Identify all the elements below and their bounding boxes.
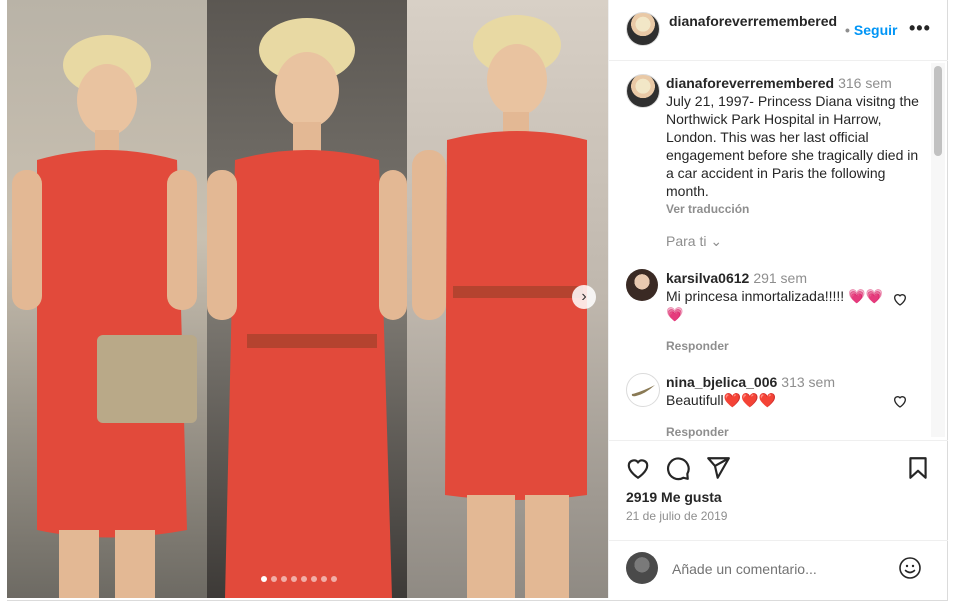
caption-body: dianaforeverremembered 316 sem July 21, 1… [666,74,926,218]
caption-username[interactable]: dianaforeverremembered [666,75,834,91]
post-media[interactable]: › [7,0,608,598]
carousel-dot [261,576,267,582]
comment-body: karsilva0612 291 sem Mi princesa inmortal… [666,269,888,355]
like-count[interactable]: 2919 Me gusta [626,489,722,505]
carousel-dot [271,576,277,582]
caption-text: July 21, 1997- Princess Diana visitng th… [666,93,919,199]
more-options-icon[interactable]: ••• [909,18,931,39]
current-user-avatar [626,552,658,584]
comment-icon[interactable] [665,455,691,481]
carousel-dot [321,576,327,582]
heart-icon[interactable] [892,393,908,409]
scrollbar-thumb[interactable] [934,66,942,156]
commenter-avatar[interactable] [626,269,658,301]
share-icon[interactable] [705,455,731,481]
post-sidebar: dianaforeverremembered • Seguir ••• diana… [608,0,948,598]
chevron-down-icon: ⌄ [710,233,723,249]
follow-button[interactable]: • Seguir [845,22,897,38]
comment-filter-label: Para ti [666,233,707,249]
comment-body: nina_bjelica_006 313 sem Beautifull❤️❤️❤️… [666,373,888,439]
carousel-dot [331,576,337,582]
heart-icon[interactable] [892,291,908,307]
commenter-avatar[interactable] [626,373,660,407]
bookmark-icon[interactable] [905,455,931,481]
reply-button[interactable]: Responder [666,423,888,439]
follow-label: Seguir [853,22,898,38]
carousel-dot [311,576,317,582]
emoji-icon[interactable] [898,556,922,580]
author-username[interactable]: dianaforeverremembered [669,12,839,30]
comment-filter-dropdown[interactable]: Para ti ⌄ [666,233,722,250]
post-actions: 2919 Me gusta 21 de julio de 2019 [609,440,948,541]
reply-button[interactable]: Responder [666,337,888,355]
photo-panel-2 [207,0,407,598]
comment-username[interactable]: karsilva0612 [666,270,749,286]
carousel-dot [301,576,307,582]
nike-logo-icon [631,385,655,397]
chevron-right-icon: › [581,288,587,305]
post-container: › dianaforeverremembered • Seguir ••• dia… [7,0,948,601]
comment-time[interactable]: 313 sem [781,374,835,390]
carousel-dot [281,576,287,582]
photo-panel-1 [7,0,207,598]
separator-dot: • [845,22,850,38]
comments-list[interactable]: dianaforeverremembered 316 sem July 21, 1… [609,61,931,439]
comment-username[interactable]: nina_bjelica_006 [666,374,777,390]
carousel-dot [291,576,297,582]
comment-text: Mi princesa inmortalizada!!!!! 💗💗💗 [666,288,883,322]
comment-input[interactable] [670,556,894,582]
heart-icon[interactable] [625,455,651,481]
see-translation-link[interactable]: Ver traducción [666,200,926,218]
comment-text: Beautifull❤️❤️❤️ [666,392,776,408]
author-avatar[interactable] [626,12,660,46]
caption-time[interactable]: 316 sem [838,75,892,91]
caption-author-avatar[interactable] [626,74,660,108]
comment-time[interactable]: 291 sem [753,270,807,286]
post-date[interactable]: 21 de julio de 2019 [626,509,727,523]
post-header: dianaforeverremembered • Seguir ••• [609,0,948,61]
add-comment-bar [609,540,948,599]
next-slide-button[interactable]: › [572,285,596,309]
comments-scrollbar[interactable] [931,63,945,437]
carousel-indicator [261,576,337,582]
